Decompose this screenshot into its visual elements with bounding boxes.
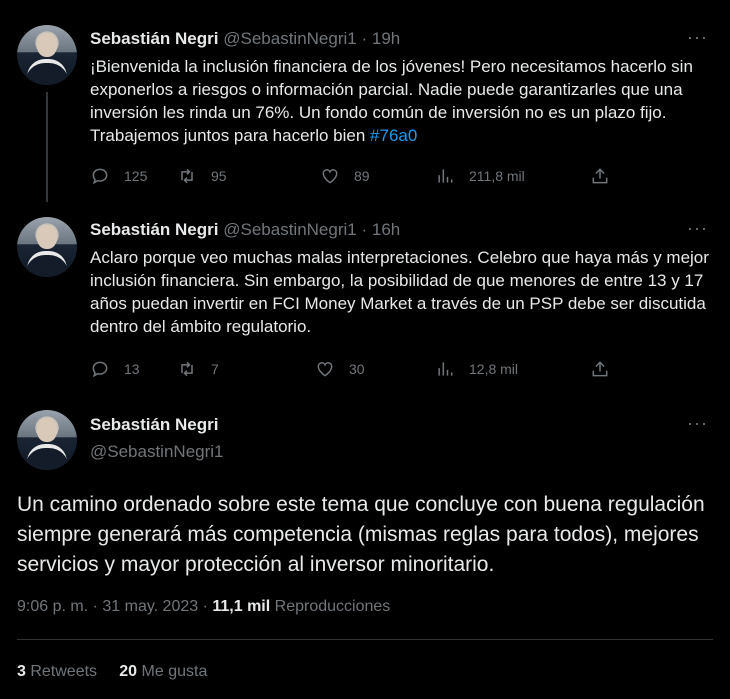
likes-stat[interactable]: 20 Me gusta xyxy=(119,663,207,680)
likes-count: 20 xyxy=(119,663,138,680)
display-name[interactable]: Sebastián Negri xyxy=(90,29,219,48)
share-icon xyxy=(592,168,608,184)
views-icon xyxy=(438,362,453,376)
timestamp[interactable]: 16h xyxy=(372,220,400,239)
avatar[interactable] xyxy=(17,217,77,277)
views-button[interactable]: 211,8 mil xyxy=(435,166,525,186)
separator: · xyxy=(361,220,368,239)
display-name[interactable]: Sebastián Negri xyxy=(90,415,219,435)
views-label: Reproducciones xyxy=(270,598,391,615)
tweet-meta: 9:06 p. m. · 31 may. 2023 · 11,1 mil Rep… xyxy=(17,598,390,616)
tweet-actions: 13 7 30 12,8 mil xyxy=(90,359,620,383)
like-icon xyxy=(322,169,338,184)
share-button[interactable] xyxy=(590,359,610,379)
more-icon[interactable]: ··· xyxy=(687,218,708,239)
user-handle[interactable]: @SebastinNegri1 xyxy=(223,220,357,239)
main-tweet-text: Un camino ordenado sobre este tema que c… xyxy=(17,493,705,576)
like-icon xyxy=(317,362,333,377)
more-icon[interactable]: ··· xyxy=(687,27,708,48)
hashtag-link[interactable]: #76a0 xyxy=(370,126,417,145)
tweet-1[interactable]: Sebastián Negri @SebastinNegri1 · 19h ··… xyxy=(0,0,730,202)
retweets-stat[interactable]: 3 Retweets xyxy=(17,663,97,680)
like-button[interactable]: 30 xyxy=(315,359,365,379)
tweet-header: Sebastián Negri @SebastinNegri1 · 19h xyxy=(90,29,400,49)
timestamp[interactable]: 19h xyxy=(372,29,400,48)
user-handle[interactable]: @SebastinNegri1 xyxy=(90,442,224,462)
like-button[interactable]: 89 xyxy=(320,166,370,186)
likes-label: Me gusta xyxy=(137,663,208,680)
retweet-count: 7 xyxy=(211,361,219,377)
retweet-icon xyxy=(181,361,193,377)
views-count: 11,1 mil xyxy=(212,598,271,615)
retweet-button[interactable]: 7 xyxy=(177,359,219,379)
reply-button[interactable]: 125 xyxy=(90,166,147,186)
retweets-count: 3 xyxy=(17,663,26,680)
display-name[interactable]: Sebastián Negri xyxy=(90,220,219,239)
like-count: 30 xyxy=(349,361,365,377)
views-button[interactable]: 12,8 mil xyxy=(435,359,518,379)
views-count: 12,8 mil xyxy=(469,361,519,377)
share-button[interactable] xyxy=(590,166,610,186)
retweet-count: 95 xyxy=(211,168,227,184)
reply-count: 13 xyxy=(124,361,140,377)
reply-icon xyxy=(92,361,108,378)
timestamp[interactable]: 9:06 p. m. · 31 may. 2023 · xyxy=(17,598,212,615)
divider xyxy=(17,639,713,640)
tweet-text: Aclaro porque veo muchas malas interpret… xyxy=(90,248,709,336)
views-count: 211,8 mil xyxy=(469,168,525,184)
engagement-stats: 3 Retweets 20 Me gusta xyxy=(17,663,207,681)
separator: · xyxy=(361,29,368,48)
avatar[interactable] xyxy=(17,25,77,85)
reply-count: 125 xyxy=(124,168,148,184)
like-count: 89 xyxy=(354,168,370,184)
reply-button[interactable]: 13 xyxy=(90,359,140,379)
tweet-text: ¡Bienvenida la inclusión financiera de l… xyxy=(90,55,710,147)
tweet-actions: 125 95 89 211,8 mil xyxy=(90,166,620,190)
retweet-button[interactable]: 95 xyxy=(177,166,227,186)
share-icon xyxy=(592,361,608,377)
tweet-2[interactable]: Sebastián Negri @SebastinNegri1 · 16h ··… xyxy=(0,205,730,400)
avatar[interactable] xyxy=(17,410,77,470)
views-icon xyxy=(438,169,453,183)
retweets-label: Retweets xyxy=(25,663,98,680)
user-handle[interactable]: @SebastinNegri1 xyxy=(223,29,357,48)
retweet-icon xyxy=(181,168,193,184)
more-icon[interactable]: ··· xyxy=(687,413,708,434)
reply-icon xyxy=(92,168,108,185)
thread-line xyxy=(46,92,48,202)
tweet-header: Sebastián Negri @SebastinNegri1 · 16h xyxy=(90,220,400,240)
